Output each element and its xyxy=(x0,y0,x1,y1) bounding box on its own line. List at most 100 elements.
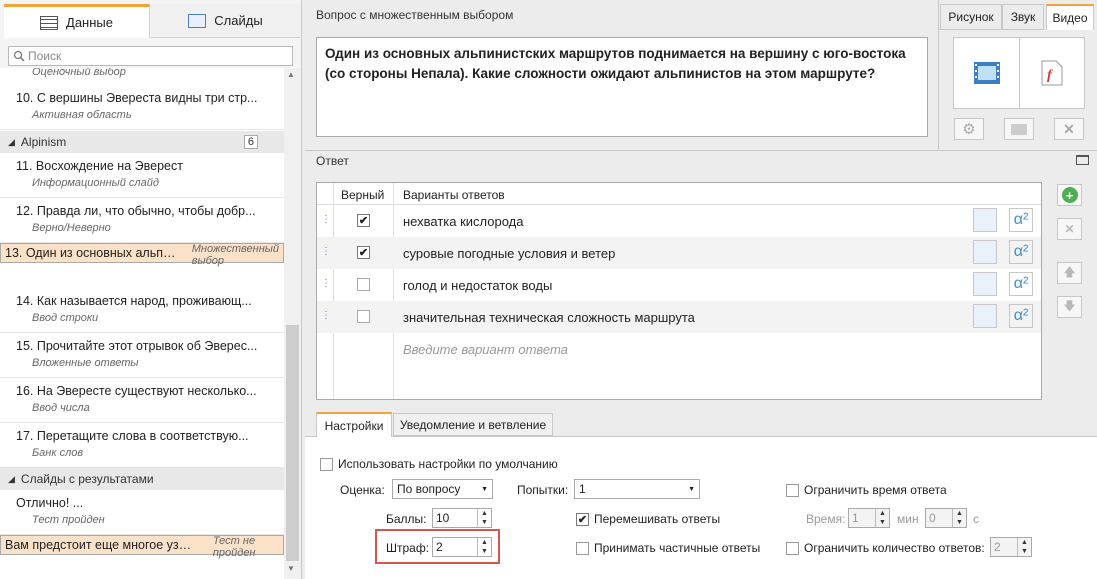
tab-feedback-label: Уведомление и ветвление xyxy=(399,417,547,432)
stepper-arrows[interactable]: ▲ ▼ xyxy=(875,509,889,527)
answer-text[interactable]: нехватка кислорода xyxy=(403,214,524,229)
limit-answers-value[interactable]: 2 xyxy=(991,540,1017,554)
list-item-selected[interactable]: 13. Один из основных альпинистских м... М… xyxy=(0,243,284,267)
points-stepper[interactable]: 10 ▲ ▼ xyxy=(432,508,492,528)
correct-checkbox[interactable]: ✔ xyxy=(357,246,370,259)
new-answer-row[interactable]: Введите вариант ответа xyxy=(317,333,1041,365)
answer-text[interactable]: голод и недостаток воды xyxy=(403,278,552,293)
table-row[interactable]: ⋮ голод и недостаток воды α² xyxy=(317,269,1041,301)
plus-icon: + xyxy=(1061,187,1078,203)
time-minutes-value[interactable]: 1 xyxy=(849,511,875,525)
move-up-button[interactable]: 🡅 xyxy=(1057,262,1082,284)
seconds-unit: с xyxy=(973,512,979,526)
list-item[interactable]: 12. Правда ли, что обычно, чтобы добр...… xyxy=(0,198,284,243)
use-default-checkbox[interactable]: Использовать настройки по умолчанию xyxy=(320,457,558,471)
stepper-arrows[interactable]: ▲ ▼ xyxy=(1017,538,1031,556)
item-type: Ввод числа xyxy=(32,402,90,414)
open-folder-button[interactable] xyxy=(1004,118,1034,140)
film-icon xyxy=(973,62,1000,84)
maximize-icon[interactable] xyxy=(1076,155,1089,165)
limit-time-label: Ограничить время ответа xyxy=(804,483,947,497)
image-icon[interactable] xyxy=(973,304,997,328)
list-item[interactable]: Отлично! ... Тест пройден xyxy=(0,490,284,535)
penalty-label: Штраф: xyxy=(386,541,430,555)
drag-handle-icon[interactable]: ⋮ xyxy=(321,214,331,225)
arrow-down-icon: 🡇 xyxy=(1063,298,1076,313)
stepper-arrows[interactable]: ▲ ▼ xyxy=(952,509,966,527)
drag-handle-icon[interactable]: ⋮ xyxy=(321,278,331,289)
points-value[interactable]: 10 xyxy=(433,511,477,525)
item-title: Отлично! ... xyxy=(16,496,84,510)
chevron-down-icon: ▼ xyxy=(481,485,488,493)
formula-icon[interactable]: α² xyxy=(1009,272,1033,296)
video-file-button[interactable] xyxy=(953,37,1020,109)
tab-slides-label: Слайды xyxy=(214,13,263,28)
item-type: Тест пройден xyxy=(32,514,105,526)
list-item[interactable]: 16. На Эвересте существуют несколько... В… xyxy=(0,378,284,423)
penalty-value[interactable]: 2 xyxy=(433,540,477,554)
correct-checkbox[interactable] xyxy=(357,310,370,323)
tab-slides[interactable]: Слайды xyxy=(151,4,300,38)
grade-select[interactable]: По вопросу ▼ xyxy=(392,479,493,499)
add-answer-button[interactable]: + xyxy=(1057,184,1082,206)
settings-button[interactable]: ⚙ xyxy=(954,118,984,140)
image-icon[interactable] xyxy=(973,240,997,264)
limit-answers-checkbox[interactable]: Ограничить количество ответов: xyxy=(786,541,985,555)
move-down-button[interactable]: 🡇 xyxy=(1057,296,1082,318)
limit-time-checkbox[interactable]: Ограничить время ответа xyxy=(786,483,947,497)
attempts-select[interactable]: 1 ▼ xyxy=(574,479,700,499)
list-item[interactable]: 17. Перетащите слова в соответствую... Ба… xyxy=(0,423,284,468)
list-item-selected[interactable]: Вам предстоит еще многое узнать об Э... Т… xyxy=(0,535,284,559)
image-icon[interactable] xyxy=(973,272,997,296)
new-answer-placeholder[interactable]: Введите вариант ответа xyxy=(403,342,568,357)
tab-settings[interactable]: Настройки xyxy=(316,412,392,437)
time-minutes-stepper[interactable]: 1 ▲ ▼ xyxy=(848,508,890,528)
time-seconds-value[interactable]: 0 xyxy=(926,511,952,525)
tab-feedback[interactable]: Уведомление и ветвление xyxy=(393,413,553,436)
list-item[interactable]: 15. Прочитайте этот отрывок об Эверес...… xyxy=(0,333,284,378)
correct-checkbox[interactable]: ✔ xyxy=(357,214,370,227)
image-icon[interactable] xyxy=(973,208,997,232)
time-seconds-stepper[interactable]: 0 ▲ ▼ xyxy=(925,508,967,528)
formula-icon[interactable]: α² xyxy=(1009,240,1033,264)
item-title: 14. Как называется народ, проживающ... xyxy=(16,294,252,308)
item-type: Активная область xyxy=(32,109,132,121)
table-row[interactable]: ⋮ ✔ суровые погодные условия и ветер α² xyxy=(317,237,1041,269)
list-item[interactable]: 11. Восхождение на Эверест Информационный… xyxy=(0,153,284,198)
search-input[interactable]: Поиск xyxy=(8,46,293,66)
group-alpinism[interactable]: ◢ Alpinism 6 xyxy=(0,131,284,153)
flash-file-button[interactable]: f xyxy=(1019,37,1085,109)
drag-handle-icon[interactable]: ⋮ xyxy=(321,310,331,321)
item-type: Ввод строки xyxy=(32,312,99,324)
partial-answers-label: Принимать частичные ответы xyxy=(594,541,761,555)
question-text-field[interactable]: Один из основных альпинистских маршрутов… xyxy=(316,37,928,137)
scrollbar-thumb[interactable] xyxy=(286,325,299,561)
list-item[interactable]: 10. С вершины Эвереста видны три стр... А… xyxy=(0,85,284,130)
group-results[interactable]: ◢ Слайды с результатами xyxy=(0,468,284,490)
drag-handle-icon[interactable]: ⋮ xyxy=(321,246,331,257)
partial-answers-checkbox[interactable]: Принимать частичные ответы xyxy=(576,541,760,555)
checkbox-box xyxy=(576,541,589,555)
tab-sound[interactable]: Звук xyxy=(1002,4,1044,30)
shuffle-checkbox[interactable]: ✔ Перемешивать ответы xyxy=(576,512,720,526)
delete-answer-button[interactable]: ✕ xyxy=(1057,218,1082,240)
correct-checkbox[interactable] xyxy=(357,278,370,291)
tab-video[interactable]: Видео xyxy=(1046,4,1094,30)
stepper-arrows[interactable]: ▲ ▼ xyxy=(477,538,491,556)
scroll-up-icon[interactable]: ▲ xyxy=(287,70,295,79)
answer-text[interactable]: суровые погодные условия и ветер xyxy=(403,246,615,261)
list-item[interactable]: 14. Как называется народ, проживающ... Вв… xyxy=(0,288,284,333)
penalty-stepper[interactable]: 2 ▲ ▼ xyxy=(432,537,492,557)
limit-answers-stepper[interactable]: 2 ▲ ▼ xyxy=(990,537,1032,557)
formula-icon[interactable]: α² xyxy=(1009,208,1033,232)
item-type: Информационный слайд xyxy=(32,177,159,189)
formula-icon[interactable]: α² xyxy=(1009,304,1033,328)
stepper-arrows[interactable]: ▲ ▼ xyxy=(477,509,491,527)
answer-text[interactable]: значительная техническая сложность маршр… xyxy=(403,310,695,325)
scroll-down-icon[interactable]: ▼ xyxy=(287,564,295,573)
tab-picture[interactable]: Рисунок xyxy=(940,4,1002,30)
table-row[interactable]: ⋮ значительная техническая сложность мар… xyxy=(317,301,1041,333)
table-row[interactable]: ⋮ ✔ нехватка кислорода α² xyxy=(317,205,1041,237)
remove-media-button[interactable]: ✕ xyxy=(1054,118,1084,140)
tab-data[interactable]: Данные xyxy=(4,4,150,38)
